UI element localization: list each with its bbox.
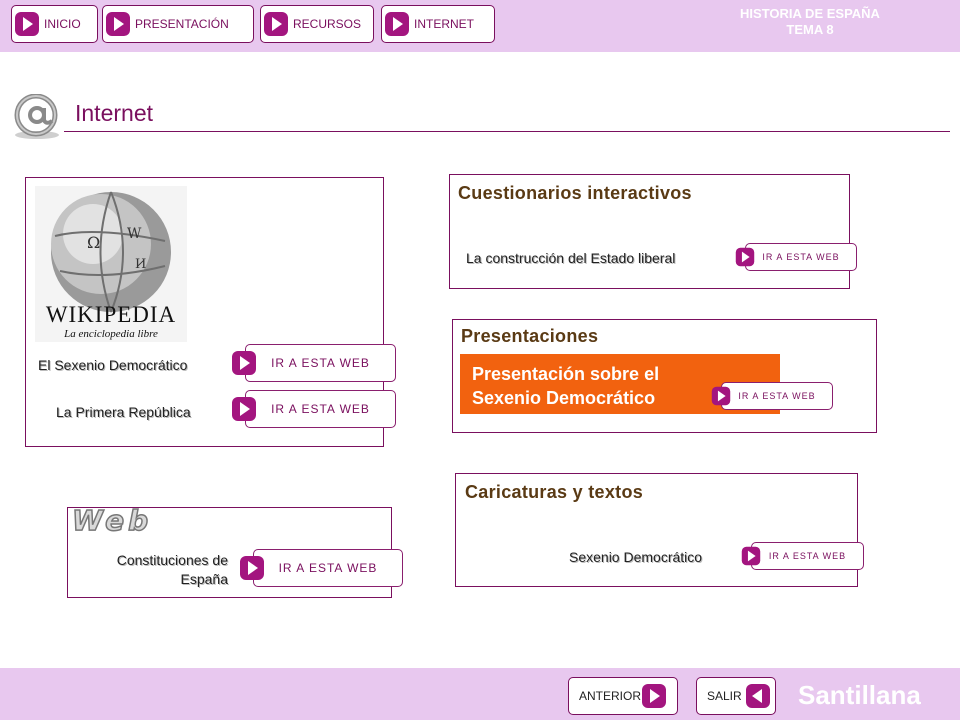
nav-inicio-button[interactable]: INICIO	[11, 5, 98, 43]
anterior-label: ANTERIOR	[579, 689, 642, 703]
wikipedia-tagline: La enciclopedia libre	[64, 328, 158, 340]
course-unit: TEMA 8	[786, 22, 834, 37]
page-title: Internet	[75, 100, 153, 126]
play-arrow-icon	[384, 11, 410, 37]
course-title: HISTORIA DE ESPAÑA TEMA 8	[740, 6, 880, 38]
nav-inicio-label: INICIO	[44, 17, 81, 31]
salir-button[interactable]: SALIR	[696, 677, 776, 715]
link-line-1: Constituciones de	[116, 552, 228, 568]
cuestionarios-heading: Cuestionarios interactivos	[458, 183, 692, 203]
play-arrow-icon	[711, 386, 731, 406]
go-construccion-estado-liberal-button[interactable]: IR A ESTA WEB	[735, 243, 857, 271]
play-arrow-icon	[735, 247, 755, 267]
nav-presentacion-label: PRESENTACIÓN	[135, 17, 229, 31]
presentaciones-heading: Presentaciones	[461, 326, 599, 346]
go-caricaturas-sexenio-button[interactable]: IR A ESTA WEB	[741, 542, 864, 570]
svg-text:И: И	[135, 257, 146, 272]
back-arrow-icon	[745, 683, 771, 709]
nav-recursos-label: RECURSOS	[293, 17, 362, 31]
go-button-label: IR A ESTA WEB	[278, 561, 378, 575]
link-caricaturas-sexenio[interactable]: Sexenio Democrático	[569, 549, 702, 565]
go-button-label: IR A ESTA WEB	[271, 402, 370, 416]
go-button-label: IR A ESTA WEB	[738, 391, 816, 401]
play-arrow-icon	[641, 683, 667, 709]
caricaturas-heading: Caricaturas y textos	[465, 482, 644, 502]
link-line-2: España	[180, 571, 228, 587]
go-button-label: IR A ESTA WEB	[762, 252, 840, 262]
go-constituciones-button[interactable]: IR A ESTA WEB	[239, 549, 403, 587]
play-arrow-icon	[263, 11, 289, 37]
go-sexenio-democratico-button[interactable]: IR A ESTA WEB	[231, 344, 396, 382]
web-logo: Web	[71, 503, 153, 538]
nav-internet-label: INTERNET	[414, 17, 474, 31]
play-arrow-icon	[14, 11, 40, 37]
play-arrow-icon	[231, 350, 257, 376]
play-arrow-icon	[231, 396, 257, 422]
play-arrow-icon	[741, 546, 761, 566]
brand-logo: Santillana	[798, 680, 921, 710]
go-primera-republica-button[interactable]: IR A ESTA WEB	[231, 390, 396, 428]
play-arrow-icon	[105, 11, 131, 37]
nav-recursos-button[interactable]: RECURSOS	[260, 5, 374, 43]
play-arrow-icon	[239, 555, 265, 581]
anterior-button[interactable]: ANTERIOR	[568, 677, 678, 715]
link-constituciones-espana[interactable]: Constituciones de España	[74, 551, 228, 589]
course-subject: HISTORIA DE ESPAÑA	[740, 6, 880, 21]
nav-presentacion-button[interactable]: PRESENTACIÓN	[102, 5, 254, 43]
wikipedia-wordmark: WIKIPEDIA	[45, 302, 177, 327]
title-divider	[64, 131, 950, 132]
link-construccion-estado-liberal[interactable]: La construcción del Estado liberal	[466, 250, 675, 266]
link-primera-republica[interactable]: La Primera República	[56, 404, 191, 420]
nav-internet-button[interactable]: INTERNET	[381, 5, 495, 43]
link-sexenio-democratico[interactable]: El Sexenio Democrático	[38, 357, 187, 373]
go-presentacion-sexenio-button[interactable]: IR A ESTA WEB	[711, 382, 833, 410]
salir-label: SALIR	[707, 689, 742, 703]
svg-text:W: W	[127, 226, 142, 242]
go-button-label: IR A ESTA WEB	[768, 551, 847, 561]
at-sign-icon	[14, 94, 59, 139]
svg-text:Ω: Ω	[87, 233, 100, 252]
go-button-label: IR A ESTA WEB	[271, 356, 370, 370]
